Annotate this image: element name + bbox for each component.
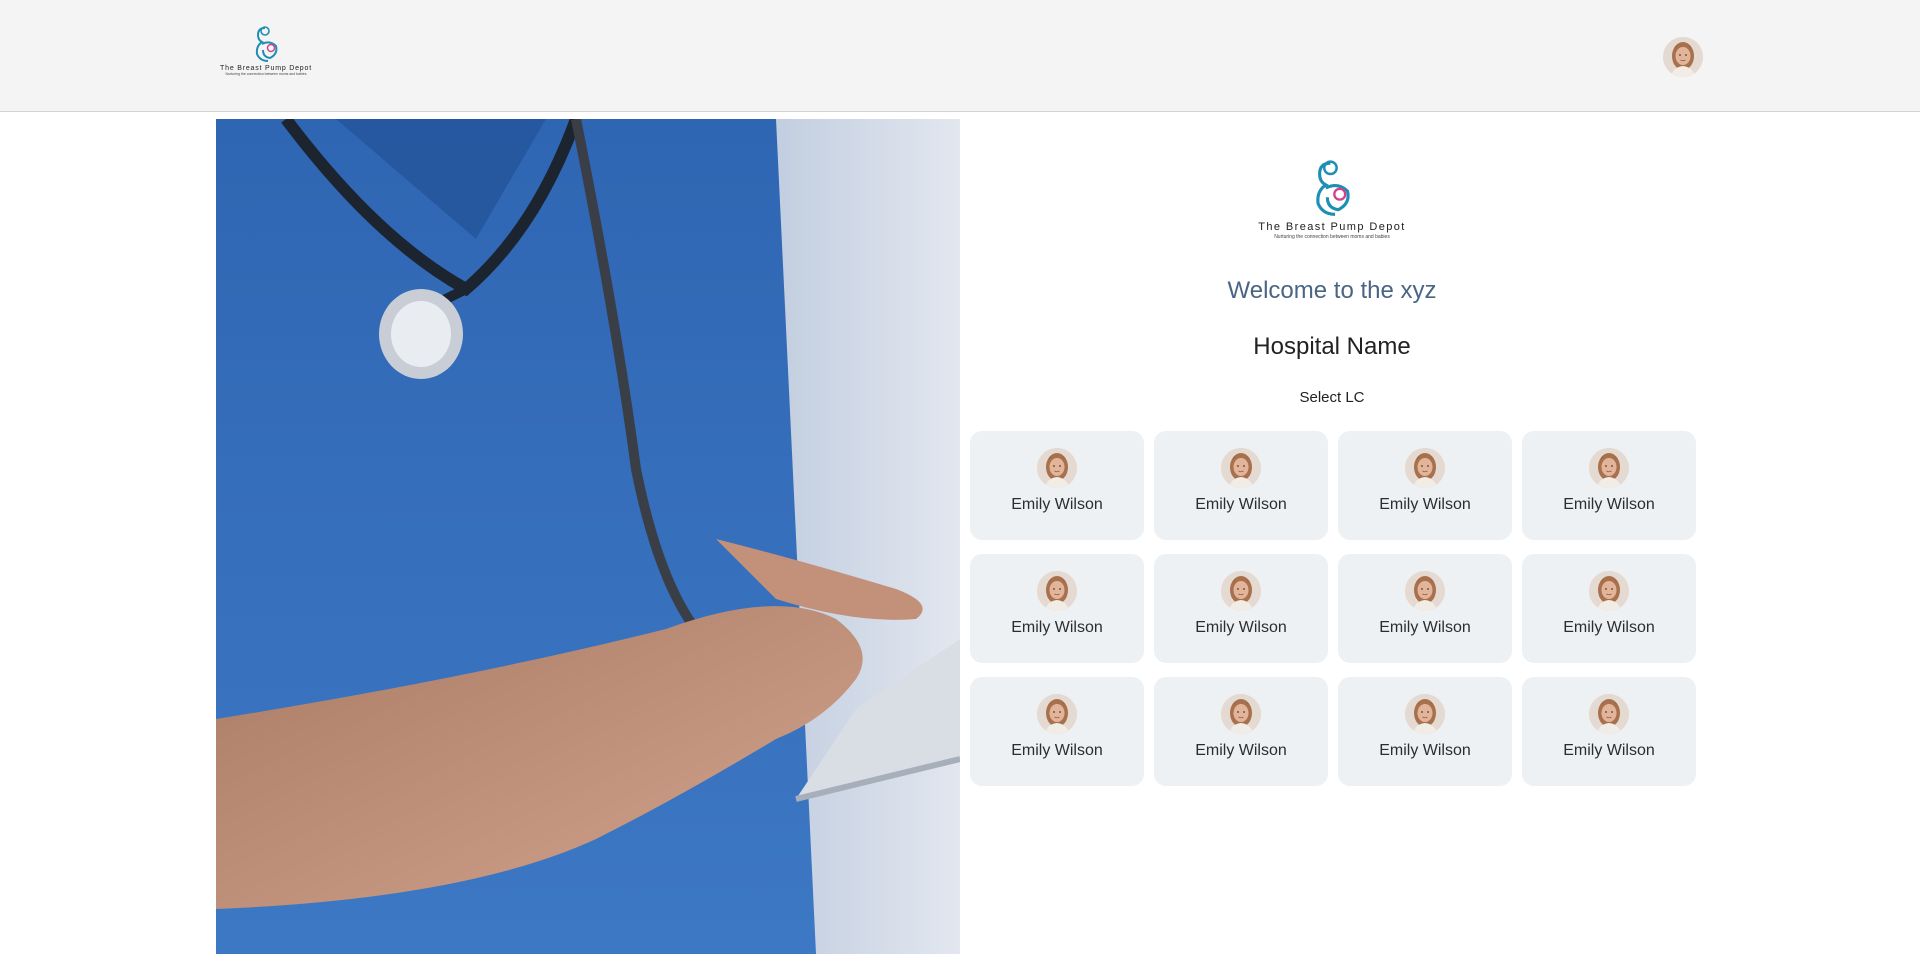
select-lc-label: Select LC <box>1299 389 1365 406</box>
lc-avatar <box>1589 694 1629 734</box>
lc-avatar <box>1589 571 1629 611</box>
lc-avatar-icon <box>1221 448 1261 488</box>
header-logo-brand: The Breast Pump Depot <box>220 65 312 72</box>
lc-card[interactable]: Emily Wilson <box>970 554 1144 663</box>
lc-avatar-icon <box>1589 571 1629 611</box>
lc-card[interactable]: Emily Wilson <box>1154 677 1328 786</box>
lc-name: Emily Wilson <box>1379 496 1471 513</box>
lc-name: Emily Wilson <box>1379 742 1471 759</box>
main-logo-tagline: Nurturing the connection between moms an… <box>1274 234 1390 240</box>
lc-card[interactable]: Emily Wilson <box>1154 431 1328 540</box>
lc-name: Emily Wilson <box>1195 742 1287 759</box>
lc-name: Emily Wilson <box>1379 619 1471 636</box>
lc-avatar <box>1037 448 1077 488</box>
lc-name: Emily Wilson <box>1563 742 1655 759</box>
header-logo[interactable]: The Breast Pump Depot Nurturing the conn… <box>216 24 316 86</box>
lc-card[interactable]: Emily Wilson <box>1338 677 1512 786</box>
lc-avatar-icon <box>1405 448 1445 488</box>
lc-name: Emily Wilson <box>1195 496 1287 513</box>
lc-name: Emily Wilson <box>1563 496 1655 513</box>
hero-doctor-photo <box>216 119 960 954</box>
lc-avatar <box>1405 571 1445 611</box>
user-avatar[interactable] <box>1663 37 1703 77</box>
lc-name: Emily Wilson <box>1011 742 1103 759</box>
lc-card[interactable]: Emily Wilson <box>970 431 1144 540</box>
lc-grid: Emily Wilson Emily Wilson Emily Wilson E… <box>970 431 1696 786</box>
lc-name: Emily Wilson <box>1563 619 1655 636</box>
lc-avatar-icon <box>1405 571 1445 611</box>
lc-card[interactable]: Emily Wilson <box>1522 554 1696 663</box>
lc-selection-panel: The Breast Pump Depot Nurturing the conn… <box>960 119 1704 954</box>
lc-avatar <box>1221 571 1261 611</box>
lc-card[interactable]: Emily Wilson <box>1522 431 1696 540</box>
user-avatar-icon <box>1663 37 1703 77</box>
lc-avatar-icon <box>1589 694 1629 734</box>
lc-avatar <box>1405 694 1445 734</box>
lc-avatar <box>1037 694 1077 734</box>
top-header: The Breast Pump Depot Nurturing the conn… <box>0 0 1920 112</box>
lc-avatar-icon <box>1037 571 1077 611</box>
lc-card[interactable]: Emily Wilson <box>1338 554 1512 663</box>
lc-card[interactable]: Emily Wilson <box>1338 431 1512 540</box>
mother-baby-logo-icon <box>255 26 278 62</box>
doctor-with-tablet-image <box>216 119 960 954</box>
lc-avatar <box>1221 694 1261 734</box>
lc-avatar-icon <box>1221 571 1261 611</box>
lc-avatar-icon <box>1221 694 1261 734</box>
lc-avatar-icon <box>1037 448 1077 488</box>
lc-avatar-icon <box>1405 694 1445 734</box>
header-logo-tagline: Nurturing the connection between moms an… <box>225 72 307 76</box>
lc-avatar <box>1037 571 1077 611</box>
lc-avatar-icon <box>1589 448 1629 488</box>
lc-avatar <box>1589 448 1629 488</box>
lc-name: Emily Wilson <box>1195 619 1287 636</box>
lc-card[interactable]: Emily Wilson <box>1154 554 1328 663</box>
lc-card[interactable]: Emily Wilson <box>1522 677 1696 786</box>
lc-name: Emily Wilson <box>1011 496 1103 513</box>
main-logo-brand: The Breast Pump Depot <box>1258 221 1406 233</box>
welcome-heading: Welcome to the xyz <box>1227 277 1437 304</box>
hospital-name: Hospital Name <box>1253 333 1411 360</box>
lc-name: Emily Wilson <box>1011 619 1103 636</box>
lc-avatar <box>1405 448 1445 488</box>
main-logo: The Breast Pump Depot Nurturing the conn… <box>960 157 1704 240</box>
lc-avatar-icon <box>1037 694 1077 734</box>
lc-avatar <box>1221 448 1261 488</box>
mother-baby-logo-icon <box>1316 160 1350 216</box>
lc-card[interactable]: Emily Wilson <box>970 677 1144 786</box>
